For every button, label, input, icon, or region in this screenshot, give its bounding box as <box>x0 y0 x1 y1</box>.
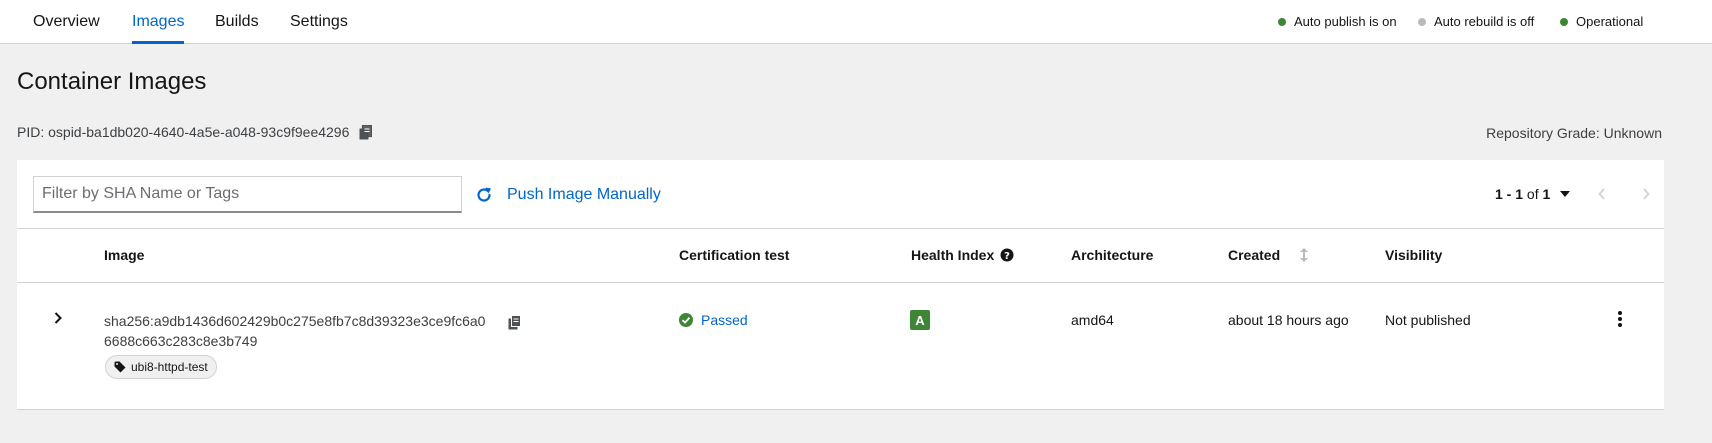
created-value: about 18 hours ago <box>1228 312 1349 328</box>
pid-text: PID: ospid-ba1db020-4640-4a5e-a048-93c9f… <box>17 124 350 140</box>
table-toolbar: Push Image Manually 1 - 1 of 1 <box>17 160 1664 228</box>
copy-icon[interactable] <box>359 124 373 140</box>
check-circle-icon <box>679 313 693 327</box>
tab-overview[interactable]: Overview <box>33 0 100 44</box>
images-card: Push Image Manually 1 - 1 of 1 Image Ce <box>17 160 1664 410</box>
pagination-text: 1 - 1 of 1 <box>1495 186 1551 202</box>
tag-icon <box>114 361 126 373</box>
chevron-left-icon <box>1598 188 1605 200</box>
column-header-architecture: Architecture <box>1071 247 1154 263</box>
tab-builds[interactable]: Builds <box>215 0 259 44</box>
chevron-right-icon <box>1643 188 1650 200</box>
status-auto-rebuild: Auto rebuild is off <box>1418 14 1534 29</box>
status-dot-icon <box>1418 17 1426 26</box>
row-actions-button[interactable] <box>1612 309 1628 334</box>
expand-row-button[interactable] <box>53 311 63 330</box>
chevron-right-icon <box>54 312 62 324</box>
image-tag: ubi8-httpd-test <box>105 355 217 379</box>
repository-grade: Repository Grade: Unknown <box>1486 125 1662 141</box>
certification-link[interactable]: Passed <box>701 312 748 328</box>
table-row: sha256:a9db1436d602429b0c275e8fb7c8d3932… <box>17 283 1664 410</box>
page-title: Container Images <box>17 68 207 95</box>
visibility-value: Not published <box>1385 312 1471 328</box>
architecture-value: amd64 <box>1071 312 1114 328</box>
tag-label: ubi8-httpd-test <box>131 360 208 374</box>
column-header-visibility: Visibility <box>1385 247 1443 263</box>
pagination-toggle[interactable]: 1 - 1 of 1 <box>1495 186 1571 202</box>
help-icon[interactable]: ? <box>1000 248 1014 262</box>
tab-images[interactable]: Images <box>132 0 185 44</box>
column-header-image: Image <box>104 247 145 263</box>
certification-status[interactable]: Passed <box>679 312 748 328</box>
status-auto-rebuild-label: Auto rebuild is off <box>1434 14 1535 29</box>
status-operational-label: Operational <box>1576 14 1644 29</box>
health-index-badge: A <box>910 310 930 330</box>
push-image-label: Push Image Manually <box>507 186 661 203</box>
caret-down-icon <box>1560 191 1571 197</box>
status-auto-publish: Auto publish is on <box>1278 14 1397 29</box>
previous-page-button[interactable] <box>1590 182 1614 206</box>
table-header: Image Certification test Health Index ? … <box>17 228 1664 283</box>
column-header-certification: Certification test <box>679 247 790 263</box>
sort-icon <box>1300 248 1309 262</box>
pid-row: PID: ospid-ba1db020-4640-4a5e-a048-93c9f… <box>17 124 373 140</box>
column-header-health-index: Health Index ? <box>911 247 1014 263</box>
copy-sha-icon[interactable] <box>508 315 521 330</box>
next-page-button[interactable] <box>1634 182 1658 206</box>
status-dot-icon <box>1278 17 1286 26</box>
column-header-created[interactable]: Created <box>1228 247 1309 263</box>
status-operational: Operational <box>1560 14 1643 29</box>
status-auto-publish-label: Auto publish is on <box>1294 14 1397 29</box>
kebab-icon <box>1618 311 1622 327</box>
push-image-button[interactable]: Push Image Manually <box>475 182 661 208</box>
tab-settings[interactable]: Settings <box>290 0 348 44</box>
top-navigation: Overview Images Builds Settings Auto pub… <box>0 0 1712 44</box>
image-sha: sha256:a9db1436d602429b0c275e8fb7c8d3932… <box>104 313 486 349</box>
status-dot-icon <box>1560 17 1568 26</box>
svg-text:?: ? <box>1004 251 1010 262</box>
filter-input[interactable] <box>33 176 462 213</box>
sync-icon <box>475 186 493 204</box>
